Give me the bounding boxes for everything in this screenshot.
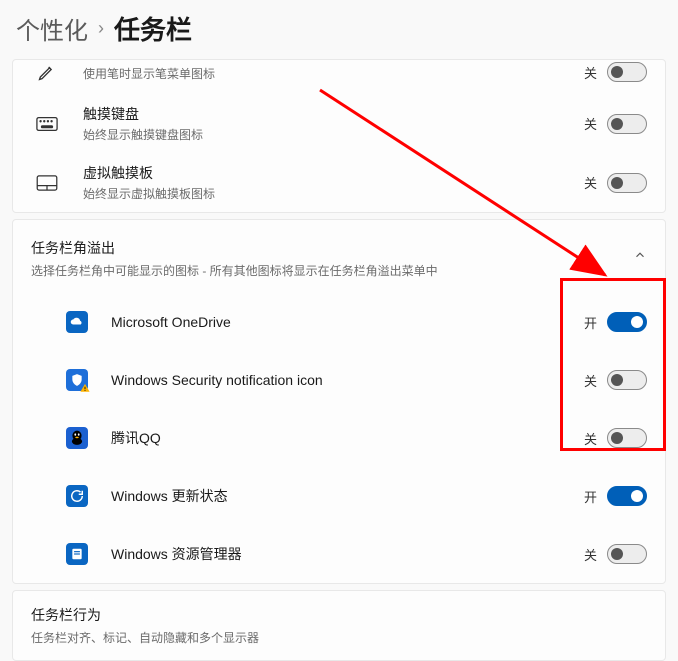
breadcrumb-separator: ›: [98, 18, 104, 39]
row-vtouchpad-state: 关: [581, 173, 597, 192]
overflow-winsec-state: 关: [581, 371, 597, 390]
pen-icon: [31, 62, 63, 82]
row-pen-menu[interactable]: 使用笔时显示笔菜单图标 关: [13, 60, 665, 94]
overflow-section-header[interactable]: 任务栏角溢出 选择任务栏角中可能显示的图标 - 所有其他图标将显示在任务栏角溢出…: [13, 220, 665, 293]
row-touchkb-title: 触摸键盘: [83, 104, 581, 124]
overflow-explorer-state: 关: [581, 545, 597, 564]
overflow-qq-toggle[interactable]: [607, 428, 647, 448]
taskbar-behavior-panel[interactable]: 任务栏行为 任务栏对齐、标记、自动隐藏和多个显示器: [12, 590, 666, 661]
overflow-item-winsec[interactable]: Windows Security notification icon 关: [13, 351, 665, 409]
overflow-qq-state: 关: [581, 429, 597, 448]
update-icon: [66, 485, 88, 507]
row-pen-toggle[interactable]: [607, 62, 647, 82]
overflow-item-explorer[interactable]: Windows 资源管理器 关: [13, 525, 665, 583]
overflow-qq-label: 腾讯QQ: [111, 428, 581, 448]
overflow-item-onedrive[interactable]: Microsoft OneDrive 开: [13, 293, 665, 351]
overflow-winupd-toggle[interactable]: [607, 486, 647, 506]
row-vtouchpad-toggle[interactable]: [607, 173, 647, 193]
overflow-winupd-label: Windows 更新状态: [111, 486, 581, 506]
breadcrumb-current: 任务栏: [114, 10, 192, 47]
explorer-icon: [66, 543, 88, 565]
row-touch-keyboard[interactable]: 触摸键盘 始终显示触摸键盘图标 关: [13, 94, 665, 153]
qq-icon: [66, 427, 88, 449]
chevron-up-icon: [633, 248, 647, 262]
row-touchkb-toggle[interactable]: [607, 114, 647, 134]
touchpad-icon: [31, 175, 63, 191]
overflow-item-qq[interactable]: 腾讯QQ 关: [13, 409, 665, 467]
overflow-onedrive-toggle[interactable]: [607, 312, 647, 332]
overflow-item-winupd[interactable]: Windows 更新状态 开: [13, 467, 665, 525]
row-vtouchpad-sub: 始终显示虚拟触摸板图标: [83, 185, 581, 202]
keyboard-icon: [31, 116, 63, 132]
behavior-title: 任务栏行为: [31, 605, 647, 625]
row-virtual-touchpad[interactable]: 虚拟触摸板 始终显示虚拟触摸板图标 关: [13, 153, 665, 212]
overflow-winupd-state: 开: [581, 487, 597, 506]
overflow-winsec-label: Windows Security notification icon: [111, 372, 581, 388]
overflow-explorer-toggle[interactable]: [607, 544, 647, 564]
row-pen-state: 关: [581, 63, 597, 82]
row-pen-sub: 使用笔时显示笔菜单图标: [83, 65, 581, 82]
behavior-sub: 任务栏对齐、标记、自动隐藏和多个显示器: [31, 629, 647, 646]
overflow-sub: 选择任务栏角中可能显示的图标 - 所有其他图标将显示在任务栏角溢出菜单中: [31, 262, 633, 279]
shield-icon: [66, 369, 88, 391]
onedrive-icon: [66, 311, 88, 333]
overflow-onedrive-label: Microsoft OneDrive: [111, 314, 581, 330]
row-touchkb-state: 关: [581, 114, 597, 133]
breadcrumb-parent[interactable]: 个性化: [16, 11, 88, 46]
taskbar-corner-icons-panel: 使用笔时显示笔菜单图标 关 触摸键盘 始终显示触摸键盘图标 关 虚拟触摸板 始终…: [12, 59, 666, 213]
overflow-explorer-label: Windows 资源管理器: [111, 544, 581, 564]
row-vtouchpad-title: 虚拟触摸板: [83, 163, 581, 183]
row-touchkb-sub: 始终显示触摸键盘图标: [83, 126, 581, 143]
taskbar-overflow-panel: 任务栏角溢出 选择任务栏角中可能显示的图标 - 所有其他图标将显示在任务栏角溢出…: [12, 219, 666, 584]
overflow-title: 任务栏角溢出: [31, 238, 633, 258]
breadcrumb: 个性化 › 任务栏: [0, 0, 678, 61]
overflow-winsec-toggle[interactable]: [607, 370, 647, 390]
overflow-onedrive-state: 开: [581, 313, 597, 332]
